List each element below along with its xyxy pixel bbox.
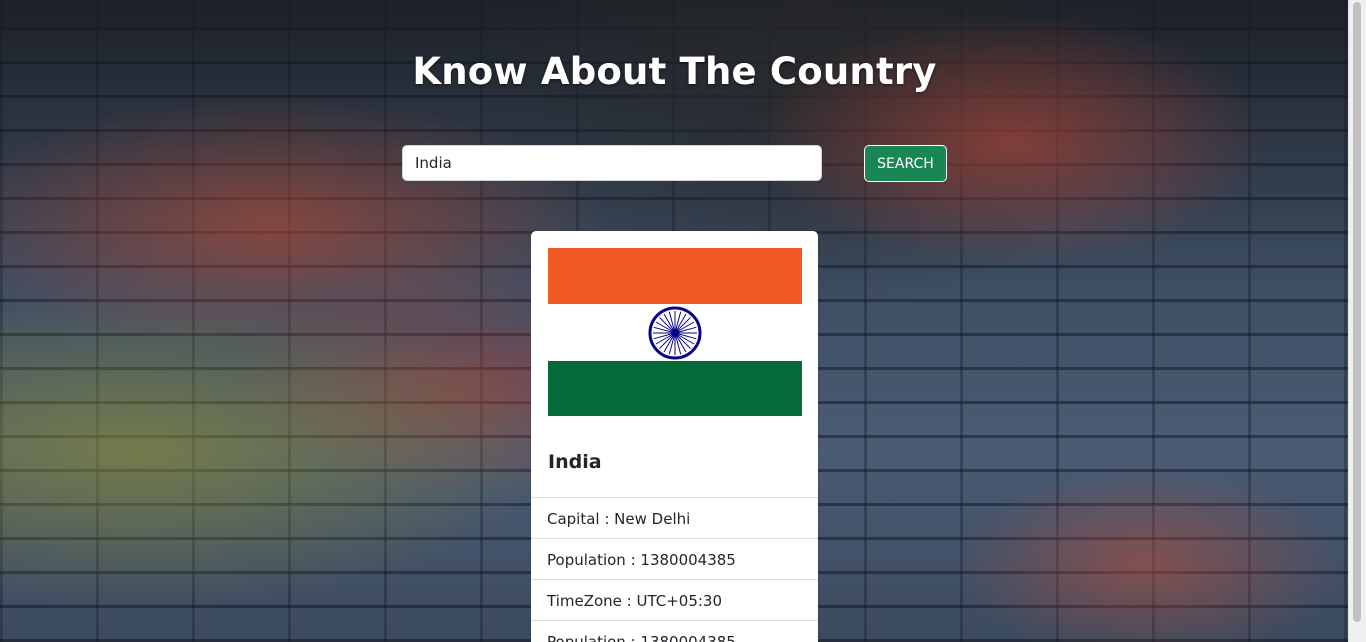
scrollbar-thumb[interactable] <box>1353 2 1361 622</box>
page-background: Know About The Country SEARCH India Capi… <box>0 0 1349 642</box>
india-flag-icon <box>548 248 802 416</box>
population-item-2: Population : 1380004385 <box>531 620 818 642</box>
page-title: Know About The Country <box>412 50 937 93</box>
vertical-scrollbar[interactable] <box>1348 0 1366 642</box>
capital-item: Capital : New Delhi <box>531 497 818 538</box>
search-input[interactable] <box>402 145 822 181</box>
timezone-item: TimeZone : UTC+05:30 <box>531 579 818 620</box>
country-name: India <box>548 451 602 473</box>
search-button[interactable]: SEARCH <box>864 145 947 182</box>
country-details-list: Capital : New Delhi Population : 1380004… <box>531 497 818 642</box>
country-card: India Capital : New Delhi Population : 1… <box>531 231 818 642</box>
population-item: Population : 1380004385 <box>531 538 818 579</box>
